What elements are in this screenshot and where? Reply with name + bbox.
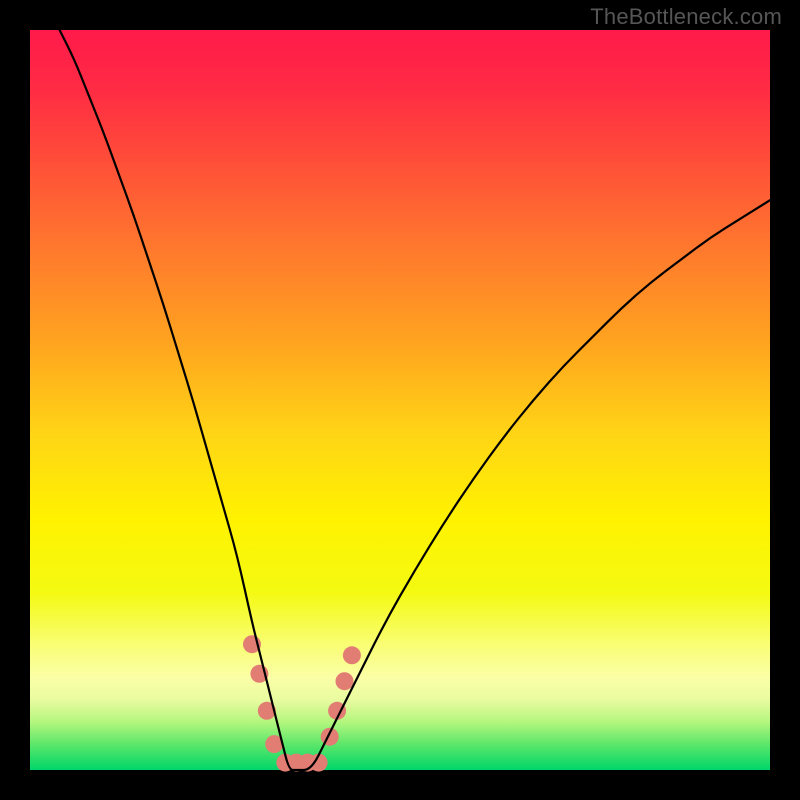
marker-dot: [336, 672, 354, 690]
chart-root: TheBottleneck.com: [0, 0, 800, 800]
chart-canvas: [0, 0, 800, 800]
watermark-text: TheBottleneck.com: [590, 4, 782, 30]
plot-background: [30, 30, 770, 770]
marker-dot: [321, 728, 339, 746]
marker-dot: [343, 646, 361, 664]
